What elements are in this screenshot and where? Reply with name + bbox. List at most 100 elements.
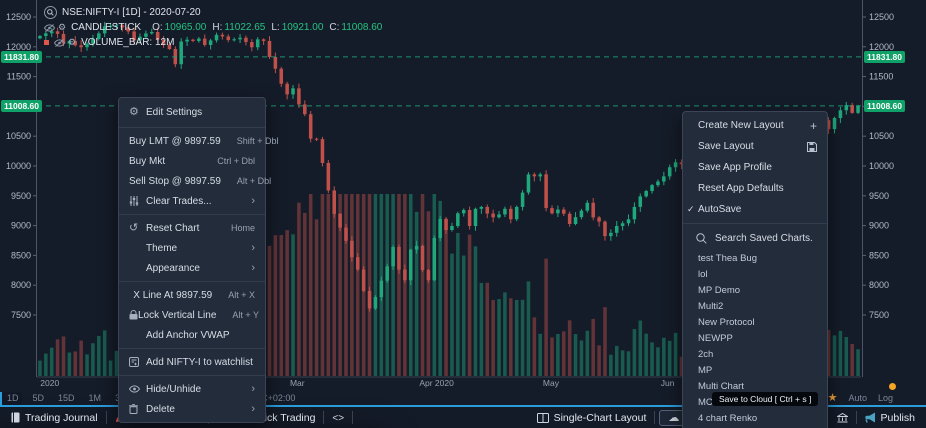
menu-item-hide-unhide[interactable]: Hide/Unhide› — [119, 379, 265, 399]
saved-chart-newpp[interactable]: NEWPP — [683, 330, 827, 346]
price-badge-left: 11831.80 — [1, 51, 42, 63]
menu-item-label: Lock Vertical Line — [138, 310, 216, 321]
ohlc-value: 11022.65 — [224, 22, 265, 33]
watchlist-icon — [129, 357, 146, 367]
svg-text:8000: 8000 — [11, 280, 31, 290]
volume-series-name[interactable]: VOLUME_BAR: 12M — [81, 37, 174, 48]
code-button[interactable]: <> — [324, 412, 352, 424]
series-name[interactable]: CANDLESTICK — [71, 22, 141, 33]
menu-divider — [119, 348, 265, 349]
legend-volume-row: ⚙ VOLUME_BAR: 12M — [44, 35, 382, 50]
price-badge-right: 11008.60 — [864, 100, 905, 112]
menu-item-buy-mkt[interactable]: Buy MktCtrl + Dbl — [119, 151, 265, 171]
menu-divider — [119, 375, 265, 376]
menu-shortcut: Alt + Y — [216, 310, 259, 320]
menu-shortcut: Alt + Dbl — [221, 176, 271, 186]
submenu-arrow-icon: › — [235, 263, 255, 274]
menu-item-add-anchor-vwap[interactable]: Add Anchor VWAP — [119, 325, 265, 345]
plus-icon[interactable]: + — [810, 120, 817, 132]
saved-chart-test-thea-bug[interactable]: test Thea Bug — [683, 250, 827, 266]
publish-button[interactable]: Publish — [857, 412, 923, 424]
save-tooltip: Save to Cloud [ Ctrl + s ] — [712, 392, 818, 406]
menu-item-reset-chart[interactable]: ↺Reset ChartHome — [119, 218, 265, 238]
layout-menu-item-create-new-layout[interactable]: Create New Layout+ — [683, 115, 827, 136]
range-5d[interactable]: 5D — [26, 393, 52, 403]
ohlc-value: 11008.60 — [341, 22, 382, 33]
layout-menu-label: Reset App Defaults — [698, 183, 784, 194]
menu-item-buy-lmt-9897-59[interactable]: Buy LMT @ 9897.59Shift + Dbl — [119, 131, 265, 151]
saved-chart-4-chart-renko[interactable]: 4 chart Renko — [683, 410, 827, 426]
search-label: Search Saved Charts. — [715, 233, 813, 244]
menu-item-edit-settings[interactable]: ⚙Edit Settings — [119, 101, 265, 124]
svg-text:10000: 10000 — [869, 161, 894, 171]
svg-text:10000: 10000 — [6, 161, 31, 171]
trading-journal-button[interactable]: Trading Journal — [3, 412, 106, 424]
favorite-star-icon[interactable]: ★ — [828, 391, 838, 404]
saved-chart-multi2[interactable]: Multi2 — [683, 298, 827, 314]
svg-text:9500: 9500 — [869, 191, 889, 201]
gear-icon[interactable]: ⚙ — [68, 38, 76, 47]
saved-chart-new-protocol[interactable]: New Protocol — [683, 314, 827, 330]
svg-text:9000: 9000 — [11, 221, 31, 231]
menu-item-sell-stop-9897-59[interactable]: Sell Stop @ 9897.59Alt + Dbl — [119, 171, 265, 191]
button-label: Trading Journal — [25, 412, 98, 424]
menu-item-label: Clear Trades... — [146, 196, 212, 207]
layout-menu-item-save-layout[interactable]: Save Layout — [683, 136, 827, 157]
menu-item-add-nifty-i-to-watchlist[interactable]: Add NIFTY-I to watchlist — [119, 352, 265, 372]
layout-menu-item-autosave[interactable]: ✓AutoSave — [683, 199, 827, 220]
journal-icon — [11, 412, 20, 423]
svg-text:11500: 11500 — [869, 72, 893, 82]
ohlc-label: C: — [329, 22, 339, 33]
menu-item-label: Buy Mkt — [129, 156, 165, 167]
saved-chart-lol[interactable]: lol — [683, 266, 827, 282]
check-icon: ✓ — [687, 204, 695, 215]
eye-slash-icon[interactable] — [54, 39, 65, 47]
menu-item-x-line-at-9897-59[interactable]: X Line At 9897.59Alt + X — [119, 285, 265, 305]
range-15d[interactable]: 15D — [51, 393, 82, 403]
legend-candlestick-row: ⚙ CANDLESTICK O:10965.00H:11022.65L:1092… — [44, 20, 382, 35]
menu-item-theme[interactable]: Theme› — [119, 238, 265, 258]
menu-item-label: Buy LMT @ 9897.59 — [129, 136, 221, 147]
symbol-title[interactable]: NSE:NIFTY-I [1D] - 2020-07-20 — [62, 7, 201, 18]
menu-item-label: Appearance — [146, 263, 200, 274]
gocharting-app: 1250012500120001200011500115001100011000… — [0, 0, 926, 428]
price-badge-left: 11008.60 — [1, 100, 42, 112]
search-saved-charts[interactable]: Search Saved Charts. — [683, 227, 827, 250]
chart-context-menu: ⚙Edit Settings Buy LMT @ 9897.59Shift + D… — [118, 97, 266, 423]
menu-item-appearance[interactable]: Appearance › — [119, 258, 265, 278]
saved-chart-2ch[interactable]: 2ch — [683, 346, 827, 362]
search-icon — [696, 233, 707, 244]
menu-item-label: Sell Stop @ 9897.59 — [129, 176, 221, 187]
gear-icon[interactable]: ⚙ — [58, 23, 66, 32]
svg-text:10500: 10500 — [6, 131, 31, 141]
magnifier-icon[interactable] — [44, 6, 57, 19]
floppy-icon[interactable] — [807, 142, 817, 152]
time-axis-label: 2020 — [40, 378, 59, 388]
layout-menu-item-reset-app-defaults[interactable]: Reset App Defaults — [683, 178, 827, 199]
saved-chart-mp[interactable]: MP — [683, 362, 827, 378]
menu-item-delete[interactable]: Delete› — [119, 399, 265, 419]
menu-divider — [683, 223, 827, 224]
single-chart-layout-button[interactable]: Single-Chart Layout — [529, 412, 655, 424]
bank-button[interactable] — [829, 413, 856, 423]
menu-item-lock-vertical-line[interactable]: Lock Vertical LineAlt + Y — [119, 305, 265, 325]
range-1d[interactable]: 1D — [0, 393, 26, 403]
layout-menu-label: Save App Profile — [698, 162, 772, 173]
menu-item-label: Add NIFTY-I to watchlist — [146, 357, 253, 368]
layout-menu-item-save-app-profile[interactable]: Save App Profile — [683, 157, 827, 178]
auto-scale-toggle[interactable]: Auto — [848, 393, 867, 403]
range-1m[interactable]: 1M — [82, 393, 109, 403]
menu-item-clear-trades[interactable]: Clear Trades...› — [119, 191, 265, 211]
notification-dot[interactable] — [889, 383, 896, 390]
chart-legend: NSE:NIFTY-I [1D] - 2020-07-20 ⚙ CANDLEST… — [44, 5, 382, 50]
time-axis-label: May — [543, 378, 559, 388]
submenu-arrow-icon: › — [235, 384, 255, 395]
menu-item-label: Add Anchor VWAP — [146, 330, 230, 341]
log-scale-toggle[interactable]: Log — [878, 393, 893, 403]
saved-chart-mp-demo[interactable]: MP Demo — [683, 282, 827, 298]
cloud-icon: ☁ — [668, 412, 679, 424]
layout-menu: Create New Layout+Save Layout Save App Pr… — [682, 111, 828, 428]
eye-slash-icon[interactable] — [44, 24, 55, 32]
toolbar-divider — [352, 411, 353, 424]
ohlc-label: O: — [152, 22, 163, 33]
